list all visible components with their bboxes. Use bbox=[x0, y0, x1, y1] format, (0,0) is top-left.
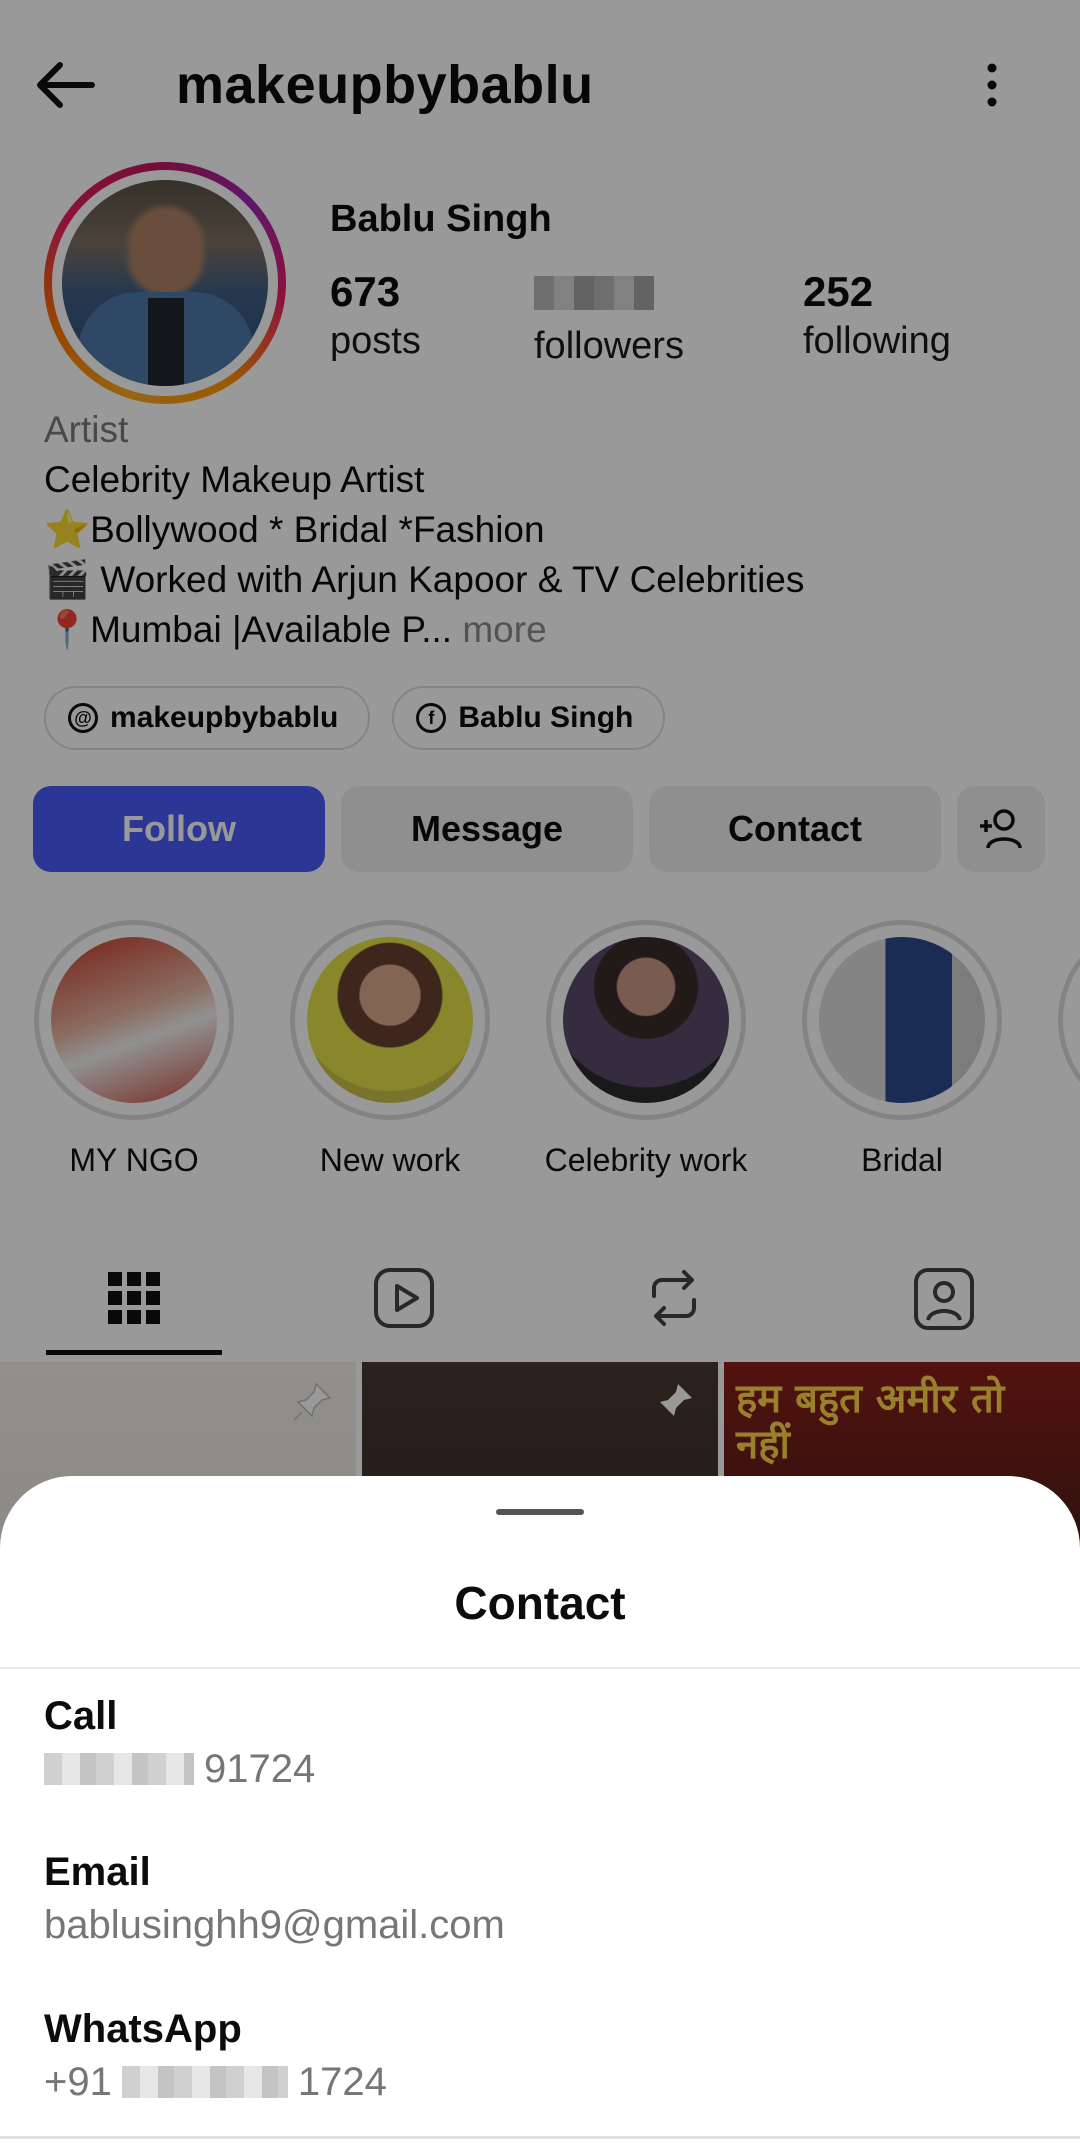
email-label: Email bbox=[44, 1850, 151, 1894]
call-option[interactable]: Call 91724 bbox=[44, 1690, 1034, 1796]
whatsapp-option[interactable]: WhatsApp +91 1724 bbox=[44, 2003, 1034, 2109]
whatsapp-redacted bbox=[121, 2066, 288, 2098]
contact-bottom-sheet: Contact Call 91724 Email bablusinghh9@gm… bbox=[0, 1476, 1080, 2145]
email-value: bablusinghh9@gmail.com bbox=[44, 1903, 505, 1947]
call-value: 91724 bbox=[44, 1742, 1034, 1796]
sheet-divider bbox=[0, 1667, 1080, 1669]
phone-redacted bbox=[44, 1753, 194, 1785]
whatsapp-label: WhatsApp bbox=[44, 2007, 242, 2051]
call-value-suffix: 91724 bbox=[204, 1747, 316, 1791]
whatsapp-suffix: 1724 bbox=[297, 2060, 387, 2104]
sheet-title: Contact bbox=[454, 1577, 626, 1629]
sheet-drag-handle[interactable] bbox=[496, 1509, 584, 1515]
whatsapp-prefix: +91 bbox=[44, 2060, 112, 2104]
email-option[interactable]: Email bablusinghh9@gmail.com bbox=[44, 1846, 1034, 1952]
call-label: Call bbox=[44, 1694, 118, 1738]
sheet-bottom-divider bbox=[0, 2136, 1080, 2139]
whatsapp-value: +91 1724 bbox=[44, 2055, 1034, 2109]
